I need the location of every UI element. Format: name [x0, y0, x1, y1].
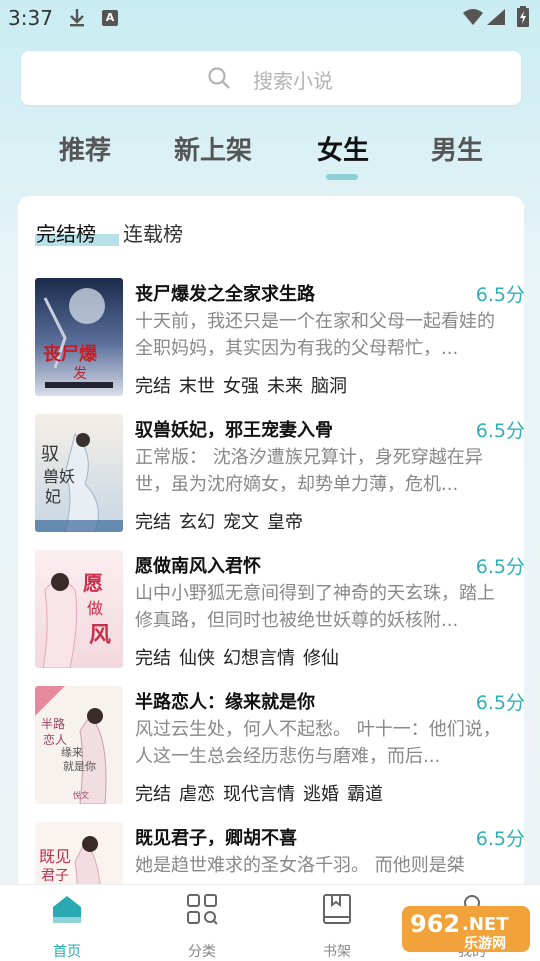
book-tag: 完结 [135, 784, 171, 805]
subtab-serializing[interactable]: 连载榜 [123, 218, 183, 247]
book-cover: 驭 兽妖 妃 [35, 414, 123, 532]
watermark-number: 962 [410, 910, 460, 938]
nav-home[interactable]: 首页 [27, 893, 107, 960]
nav-category[interactable]: 分类 [162, 893, 242, 960]
svg-text:既见: 既见 [39, 847, 71, 866]
book-item[interactable]: 愿 做 风 愿做南风入君怀 6.5分 山中小野狐无意间得到了神奇的天玄珠，踏上修… [35, 550, 524, 670]
book-tag: 完结 [135, 376, 171, 397]
nav-bookshelf-label: 书架 [323, 944, 351, 960]
signal-icon [486, 8, 506, 30]
book-description: 十天前，我还只是一个在家和父母一起看娃的全职妈妈，其实因为有我的父母帮忙，... [135, 311, 495, 359]
nav-home-label: 首页 [53, 944, 81, 960]
svg-text:驭: 驭 [41, 444, 59, 465]
book-tag: 脑洞 [311, 376, 347, 397]
book-tag: 虐恋 [179, 784, 215, 805]
book-cover: 半路 恋人 缘来 就是你 悦文 [35, 686, 123, 804]
svg-text:风: 风 [89, 622, 111, 648]
book-score: 6.5分 [475, 828, 524, 850]
notification-a-icon: A [102, 10, 118, 26]
book-tag: 未来 [267, 376, 303, 397]
svg-text:丧尸爆: 丧尸爆 [43, 343, 98, 365]
status-time: 3:37 [8, 6, 53, 30]
book-tag: 仙侠 [179, 648, 215, 669]
watermark-suffix: .NET [462, 914, 509, 935]
nav-bookshelf[interactable]: 书架 [297, 893, 377, 960]
svg-text:悦文: 悦文 [73, 790, 89, 800]
svg-text:发: 发 [73, 366, 87, 382]
book-tags: 完结 玄幻 宠文 皇帝 [135, 508, 311, 534]
book-tag: 修仙 [303, 648, 339, 669]
svg-text:恋人: 恋人 [43, 732, 67, 747]
subtab-completed[interactable]: 完结榜 [36, 218, 96, 247]
svg-text:就是你: 就是你 [63, 759, 96, 773]
svg-text:妃: 妃 [45, 487, 61, 506]
category-tabs: 推荐 新上架 女生 男生 [0, 130, 540, 186]
book-tag: 霸道 [347, 784, 383, 805]
book-tag: 现代言情 [223, 784, 295, 805]
book-item[interactable]: 半路 恋人 缘来 就是你 悦文 半路恋人：缘来就是你 6.5分 风过云生处，何人… [35, 686, 524, 806]
site-watermark: 962 .NET 乐游网 [402, 900, 534, 956]
tab-new-arrivals[interactable]: 新上架 [158, 130, 268, 167]
book-score: 6.5分 [475, 284, 524, 306]
book-tag: 幻想言情 [223, 648, 295, 669]
book-cover: 丧尸爆 发 [35, 278, 123, 396]
bookshelf-icon [322, 894, 352, 929]
watermark-text: 乐游网 [464, 935, 506, 952]
tab-male[interactable]: 男生 [402, 130, 512, 167]
search-bar[interactable]: 搜索小说 [21, 51, 521, 105]
book-tag: 女强 [223, 376, 259, 397]
svg-text:兽妖: 兽妖 [43, 467, 75, 486]
svg-text:做: 做 [87, 599, 103, 618]
svg-text:缘来: 缘来 [61, 746, 83, 759]
book-tags: 完结 末世 女强 未来 脑洞 [135, 372, 355, 398]
category-icon [186, 894, 218, 929]
search-placeholder: 搜索小说 [253, 69, 333, 93]
book-score: 6.5分 [475, 420, 524, 442]
book-title: 驭兽妖妃，邪王宠妻入骨 [135, 420, 333, 441]
book-item[interactable]: 丧尸爆 发 丧尸爆发之全家求生路 6.5分 十天前，我还只是一个在家和父母一起看… [35, 278, 524, 398]
book-tag: 宠文 [223, 512, 259, 533]
book-score: 6.5分 [475, 556, 524, 578]
book-tags: 完结 仙侠 幻想言情 修仙 [135, 644, 347, 670]
book-score: 6.5分 [475, 692, 524, 714]
book-tag: 末世 [179, 376, 215, 397]
ranking-card: 完结榜 连载榜 丧尸爆 发 丧尸爆发之全家求生路 6.5分 十天前，我还只是一个… [18, 196, 524, 896]
wifi-icon [462, 8, 484, 30]
book-tag: 玄幻 [179, 512, 215, 533]
book-title: 半路恋人：缘来就是你 [135, 692, 315, 713]
book-tags: 完结 虐恋 现代言情 逃婚 霸道 [135, 780, 391, 806]
tab-recommend[interactable]: 推荐 [30, 130, 140, 167]
book-title: 既见君子，卿胡不喜 [135, 828, 297, 849]
book-title: 丧尸爆发之全家求生路 [135, 284, 315, 305]
search-icon [207, 66, 231, 94]
svg-text:君子: 君子 [41, 868, 69, 884]
book-tag: 完结 [135, 512, 171, 533]
book-item[interactable]: 驭 兽妖 妃 驭兽妖妃，邪王宠妻入骨 6.5分 正常版： 沈洛汐遭族兄算计，身死… [35, 414, 524, 534]
svg-text:半路: 半路 [41, 716, 65, 731]
nav-category-label: 分类 [188, 944, 216, 960]
book-tag: 皇帝 [267, 512, 303, 533]
book-tag: 逃婚 [303, 784, 339, 805]
tab-female[interactable]: 女生 [288, 130, 398, 167]
download-icon [68, 8, 86, 32]
book-description: 风过云生处，何人不起愁。 叶十一：他们说，人这一生总会经历悲伤与磨难，而后... [135, 719, 501, 767]
battery-icon [516, 6, 530, 32]
book-description: 山中小野狐无意间得到了神奇的天玄珠，踏上修真路，但同时也被绝世妖尊的妖核附... [135, 583, 495, 631]
book-title: 愿做南风入君怀 [135, 556, 261, 577]
book-tag: 完结 [135, 648, 171, 669]
book-cover: 愿 做 风 [35, 550, 123, 668]
status-bar: 3:37 A [0, 0, 540, 36]
book-description: 正常版： 沈洛汐遭族兄算计，身死穿越在异世，虽为沈府嫡女，却势单力薄，危机... [135, 447, 483, 495]
active-tab-indicator [326, 174, 358, 180]
svg-text:愿: 愿 [83, 571, 103, 595]
home-icon [50, 896, 84, 929]
